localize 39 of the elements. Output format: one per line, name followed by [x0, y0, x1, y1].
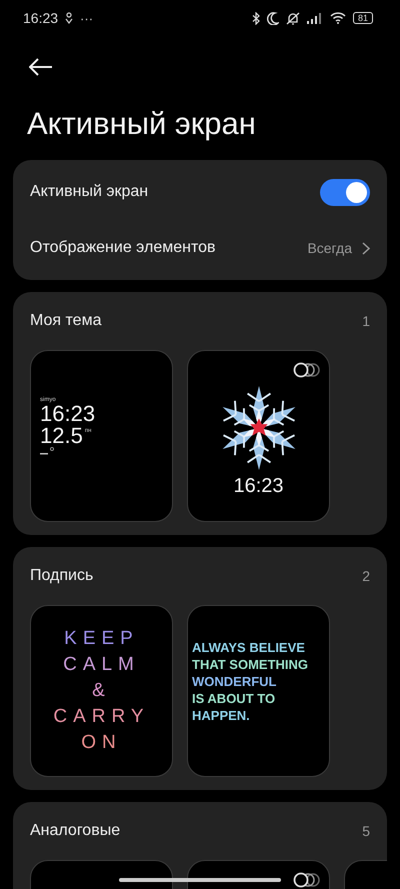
clock-time: 16:23 [233, 474, 284, 498]
section-count: 2 [362, 568, 370, 584]
watch-face-preview[interactable]: 16:23 [187, 350, 330, 522]
quote-line: & [92, 680, 111, 702]
section-title: Моя тема [30, 312, 102, 330]
quote-line: ALWAYS BELIEVE [192, 638, 306, 656]
clock-time: 16:23 [40, 403, 96, 425]
setting-label: Отображение элементов [30, 239, 216, 257]
section-count: 1 [362, 313, 370, 329]
setting-label: Активный экран [30, 183, 150, 201]
chevron-icon [362, 242, 370, 254]
status-time: 16:23 [23, 10, 58, 26]
page-title: Активный экран [27, 106, 257, 142]
watch-face-preview[interactable]: KEEP CALM & CARRY ON [30, 605, 173, 777]
quote-line: CARRY [53, 706, 150, 728]
quote-line: KEEP [64, 628, 139, 650]
style-variants-icon [293, 872, 321, 888]
more-notifications: ··· [80, 10, 94, 26]
quote-line: CALM [63, 654, 140, 676]
section-title: Аналоговые [30, 822, 120, 840]
setting-value[interactable]: Всегда [307, 240, 352, 256]
section-title: Подпись [30, 567, 94, 585]
quote-line: HAPPEN. [192, 706, 251, 724]
bluetooth-icon [252, 12, 260, 24]
moon-icon [266, 12, 279, 24]
watch-face-preview[interactable]: ALWAYS BELIEVE THAT SOMETHING WONDERFUL IS ABOUT TO HAPPEN. [187, 605, 330, 777]
section-count: 5 [362, 823, 370, 839]
quote-line: IS ABOUT TO [192, 690, 276, 706]
battery-indicator: 81 [352, 12, 373, 24]
back-icon[interactable] [29, 58, 53, 76]
quote-line: THAT SOMETHING [192, 656, 308, 672]
quote-line: ON [81, 732, 122, 754]
signal-icon [306, 12, 323, 24]
quote-line: WONDERFUL [192, 672, 278, 690]
wifi-icon [330, 12, 346, 24]
muted-bell-icon [286, 12, 300, 24]
clock-date: 12.5 [40, 425, 83, 447]
style-variants-icon [293, 362, 321, 378]
toggle-switch[interactable] [320, 178, 370, 206]
